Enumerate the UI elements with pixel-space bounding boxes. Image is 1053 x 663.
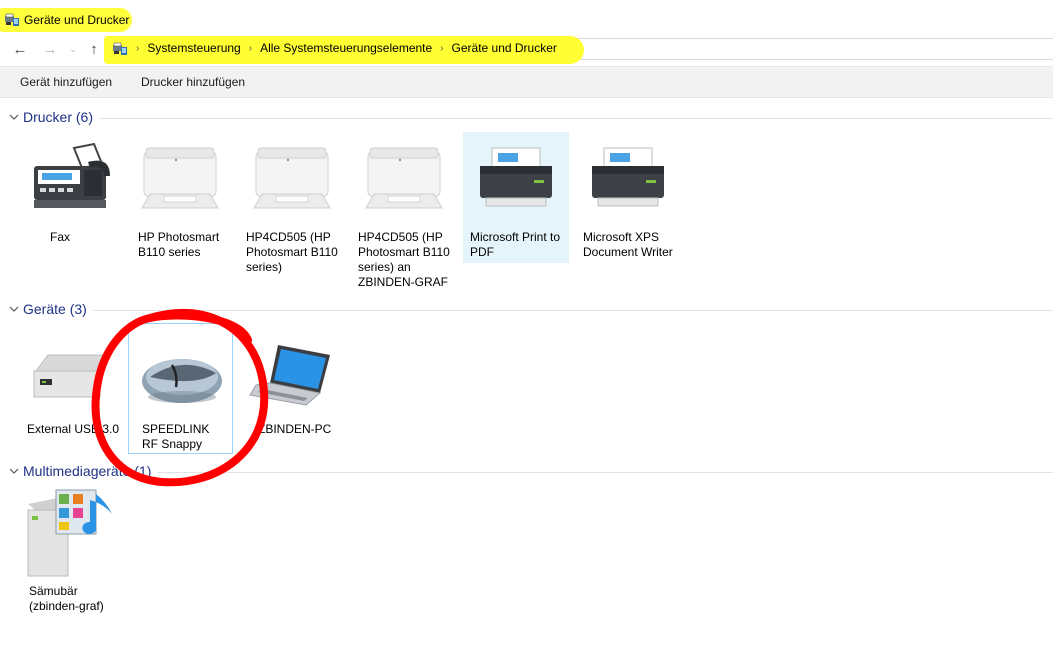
chevron-down-icon[interactable]: [8, 465, 20, 477]
group-title-devices: Geräte (3): [23, 301, 93, 317]
device-label: Fax: [49, 230, 70, 244]
add-printer-button[interactable]: Drucker hinzufügen: [141, 75, 245, 89]
breadcrumb-separator-icon: ›: [248, 42, 253, 54]
group-header-multimedia[interactable]: Multimediageräte (1): [0, 463, 1053, 481]
chevron-down-icon[interactable]: [8, 111, 20, 123]
device-label: Microsoft Print to PDF: [470, 230, 561, 259]
laptop-icon: [248, 330, 334, 420]
device-item-microsoft-xps-writer[interactable]: Microsoft XPS Document Writer: [575, 132, 681, 292]
group-header-printers[interactable]: Drucker (6): [0, 109, 1053, 127]
printer-icon: [127, 132, 233, 222]
mouse-icon: [129, 332, 232, 422]
chevron-down-icon[interactable]: [8, 303, 20, 315]
device-item-zbinden-pc[interactable]: ZBINDEN-PC: [248, 330, 354, 450]
up-arrow-icon[interactable]: ↑: [84, 39, 104, 59]
group-title-multimedia: Multimediageräte (1): [23, 463, 158, 479]
recent-locations-chevron-icon[interactable]: ⌄: [63, 39, 83, 59]
device-label: Sämubär (zbinden-graf): [29, 584, 104, 613]
devices-printers-icon: [5, 13, 19, 26]
add-device-button[interactable]: Gerät hinzufügen: [20, 75, 112, 89]
device-item-external-usb[interactable]: External USB 3.0: [15, 330, 121, 450]
device-item-microsoft-print-to-pdf[interactable]: Microsoft Print to PDF: [463, 132, 569, 263]
device-label: Microsoft XPS Document Writer: [583, 230, 673, 259]
media-server-icon: [15, 484, 121, 580]
breadcrumb-all-control-panel-items[interactable]: Alle Systemsteuerungselemente: [260, 41, 432, 55]
device-label: External USB 3.0: [27, 422, 120, 436]
virtual-printer-icon: [463, 132, 569, 222]
group-divider: [23, 472, 1053, 473]
breadcrumb: › Systemsteuerung › Alle Systemsteuerung…: [132, 41, 557, 55]
device-item-hp-photosmart-b110[interactable]: HP Photosmart B110 series: [127, 132, 233, 292]
group-title-printers: Drucker (6): [23, 109, 100, 125]
breadcrumb-separator-icon: ›: [136, 42, 140, 54]
group-divider: [23, 118, 1053, 119]
device-label: SPEEDLINK RF Snappy: [142, 422, 210, 451]
command-bar: Gerät hinzufügen Drucker hinzufügen: [0, 66, 1053, 98]
back-arrow-icon[interactable]: ←: [10, 39, 30, 59]
device-label: HP4CD505 (HP Photosmart B110 series) an …: [358, 230, 450, 289]
navigation-row: ← → ⌄ ↑ › Systemsteuerung › Alle Systems…: [0, 36, 1053, 64]
device-item-samubar[interactable]: Sämubär (zbinden-graf): [15, 484, 121, 614]
control-panel-icon: [113, 42, 127, 55]
group-header-devices[interactable]: Geräte (3): [0, 301, 1053, 319]
device-label: HP4CD505 (HP Photosmart B110 series): [246, 230, 338, 274]
external-drive-icon: [15, 330, 121, 420]
device-item-hp4cd505[interactable]: HP4CD505 (HP Photosmart B110 series): [239, 132, 345, 292]
breadcrumb-devices-printers[interactable]: Geräte und Drucker: [452, 41, 557, 55]
device-label: HP Photosmart B110 series: [138, 230, 220, 259]
device-item-hp4cd505-zbinden-graf[interactable]: HP4CD505 (HP Photosmart B110 series) an …: [351, 132, 457, 292]
fax-icon: [15, 132, 121, 222]
virtual-printer-icon: [575, 132, 681, 222]
device-label: ZBINDEN-PC: [258, 422, 332, 436]
title-bar: Geräte und Drucker: [0, 0, 1053, 38]
forward-arrow-icon[interactable]: →: [40, 39, 60, 59]
breadcrumb-systemsteuerung[interactable]: Systemsteuerung: [147, 41, 240, 55]
window-title: Geräte und Drucker: [24, 13, 130, 27]
breadcrumb-separator-icon: ›: [440, 42, 444, 54]
printer-icon: [351, 132, 457, 222]
device-item-speedlink-rf-snappy[interactable]: SPEEDLINK RF Snappy: [128, 323, 233, 454]
printer-icon: [239, 132, 345, 222]
device-item-fax[interactable]: Fax: [15, 132, 121, 292]
group-divider: [23, 310, 1053, 311]
